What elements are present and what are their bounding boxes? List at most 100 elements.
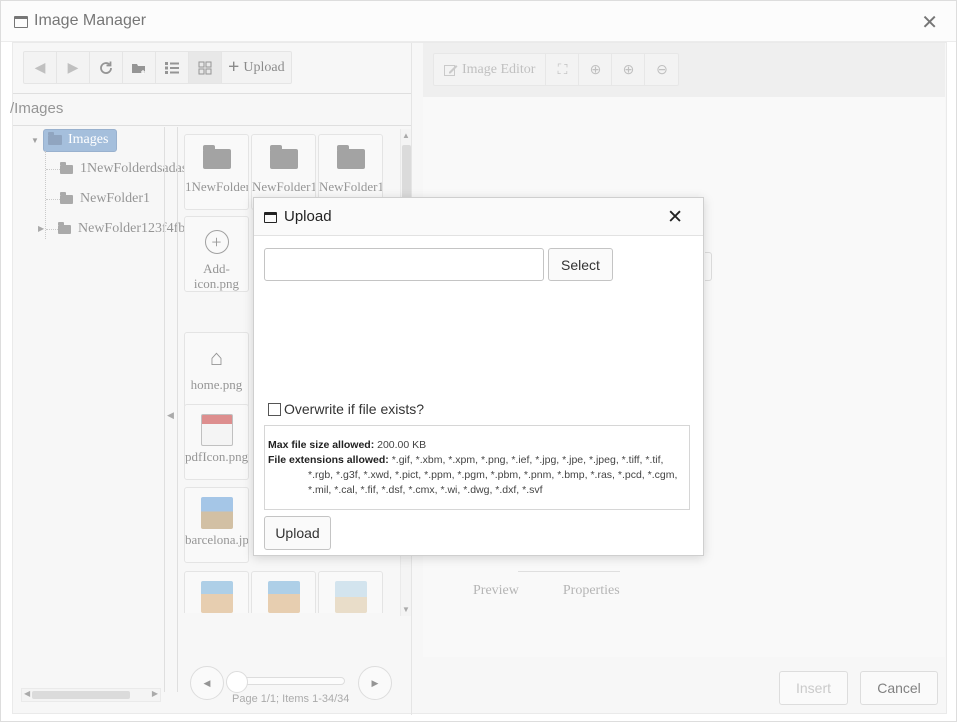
arrow-right-icon: ▶: [67, 59, 79, 75]
grid-tile[interactable]: + Add-icon.png: [184, 216, 249, 292]
upload-info-box: Max file size allowed: 200.00 KB File ex…: [264, 425, 690, 510]
tree-item-newfolder1[interactable]: NewFolder1: [60, 191, 150, 207]
tile-label: pdfIcon.png: [185, 449, 249, 464]
tile-label: 1NewFolderdsadas: [185, 179, 249, 194]
dialog-close-icon[interactable]: ✕: [667, 206, 683, 229]
zoom-in-icon: ⊕: [622, 61, 635, 77]
scroll-thumb[interactable]: [32, 691, 130, 699]
extensions-label: File extensions allowed:: [268, 454, 389, 466]
tree-hscrollbar[interactable]: ◀ ▶: [21, 688, 161, 702]
zoom-out-button[interactable]: ⊖: [645, 54, 678, 85]
scroll-up-icon[interactable]: ▲: [402, 131, 410, 140]
grid-tile[interactable]: barcelona.jpg: [184, 487, 249, 563]
collapse-icon[interactable]: ▼: [31, 136, 41, 145]
tree-line: [46, 199, 60, 200]
max-size-value: 200.00 KB: [377, 439, 427, 451]
overwrite-option[interactable]: Overwrite if file exists?: [268, 401, 424, 417]
grid-icon: [198, 61, 212, 74]
preview-tabs: Preview Properties: [451, 583, 642, 599]
grid-tile[interactable]: pdfIcon.png: [184, 404, 249, 480]
home-icon: ⌂: [209, 344, 224, 370]
editor-toolbar: Image Editor ⛶ ⊕ ⊕ ⊖: [433, 53, 680, 86]
window-titlebar: Image Manager ✕: [1, 1, 956, 42]
new-folder-icon: [132, 63, 145, 74]
tree-item-label: Images: [68, 132, 109, 147]
grid-tile[interactable]: [184, 571, 249, 613]
zoom-in-button[interactable]: ⊕: [612, 54, 646, 85]
pager-info: Page 1/1; Items 1-34/34: [232, 693, 350, 705]
grid-tile[interactable]: 1NewFolderdsadas: [184, 134, 249, 210]
zoom-out-icon: ⊖: [656, 61, 668, 77]
tree-line: [45, 151, 46, 239]
collapse-left-icon[interactable]: ◀: [167, 410, 174, 421]
fit-icon: ⛶: [557, 61, 568, 77]
add-icon: +: [204, 230, 229, 254]
grid-tile[interactable]: ⌂ home.png: [184, 332, 249, 408]
new-folder-button[interactable]: [123, 52, 156, 83]
upload-toolbar-button[interactable]: + Upload: [222, 52, 291, 83]
image-thumbnail: [200, 497, 233, 529]
tree-item-images[interactable]: Images: [43, 129, 118, 152]
dialog-titlebar: Upload ✕: [254, 198, 703, 236]
select-button[interactable]: Select: [548, 248, 613, 281]
pdf-thumbnail: [200, 414, 233, 446]
tree-root: ▼ Images: [31, 129, 118, 152]
scroll-left-icon[interactable]: ◀: [24, 689, 30, 698]
chevron-left-icon: ◀: [203, 677, 211, 688]
pane-splitter[interactable]: ◀: [164, 127, 178, 692]
actual-size-icon: ⊕: [589, 61, 602, 77]
grid-tile[interactable]: [318, 571, 383, 613]
forward-button[interactable]: ▶: [57, 52, 90, 83]
thumbnail-view-button[interactable]: [189, 52, 222, 83]
scroll-right-icon[interactable]: ▶: [152, 689, 158, 698]
image-thumbnail: [200, 581, 233, 613]
chevron-right-icon: ▶: [371, 677, 379, 688]
arrow-left-icon: ◀: [34, 59, 46, 75]
tab-properties[interactable]: Properties: [541, 583, 642, 599]
file-path-input[interactable]: [264, 248, 544, 281]
back-button[interactable]: ◀: [24, 52, 57, 83]
tab-preview[interactable]: Preview: [451, 583, 541, 599]
current-path: /Images: [10, 100, 64, 117]
folder-icon: [60, 161, 73, 174]
background-button-edge: [705, 252, 712, 281]
dialog-title: Upload: [284, 208, 332, 225]
pager-next-button[interactable]: ▶: [358, 666, 392, 700]
window-icon: [14, 16, 28, 28]
list-view-button[interactable]: [156, 52, 189, 83]
refresh-button[interactable]: [90, 52, 123, 83]
expand-icon[interactable]: ▶: [38, 224, 44, 233]
fit-button[interactable]: ⛶: [546, 54, 580, 85]
max-size-label: Max file size allowed:: [268, 439, 375, 451]
folder-icon: [48, 132, 62, 145]
folder-icon: [269, 145, 298, 169]
folder-icon: [58, 221, 71, 234]
cancel-button[interactable]: Cancel: [860, 671, 938, 705]
image-editor-button[interactable]: Image Editor: [434, 54, 547, 85]
window-close-icon[interactable]: ✕: [921, 10, 938, 35]
image-thumbnail: [334, 581, 367, 613]
actual-size-button[interactable]: ⊕: [579, 54, 613, 85]
divider: [13, 125, 411, 126]
list-icon: [165, 61, 179, 74]
image-thumbnail: [267, 581, 300, 613]
pager-prev-button[interactable]: ◀: [190, 666, 224, 700]
insert-button[interactable]: Insert: [779, 671, 848, 705]
tile-label: home.png: [190, 377, 243, 392]
tree-item-label: NewFolder1: [80, 191, 150, 206]
folder-icon: [336, 145, 365, 169]
tree-line: [46, 169, 60, 170]
tile-label: NewFolder123f4fb: [319, 179, 383, 194]
grid-tile[interactable]: [251, 571, 316, 613]
tile-label: NewFolder1: [252, 179, 316, 194]
tile-label: Add-icon.png: [193, 261, 240, 291]
dialog-window-icon: [264, 212, 277, 223]
upload-dialog: Upload ✕ Select Overwrite if file exists…: [253, 197, 704, 556]
file-toolbar: ◀ ▶ + Upload: [23, 51, 292, 84]
plus-icon: +: [228, 55, 240, 78]
upload-button[interactable]: Upload: [264, 516, 331, 550]
edit-image-icon: [444, 65, 458, 76]
pager-slider-handle[interactable]: [226, 671, 248, 693]
scroll-down-icon[interactable]: ▼: [402, 605, 410, 614]
overwrite-checkbox[interactable]: [268, 402, 281, 416]
